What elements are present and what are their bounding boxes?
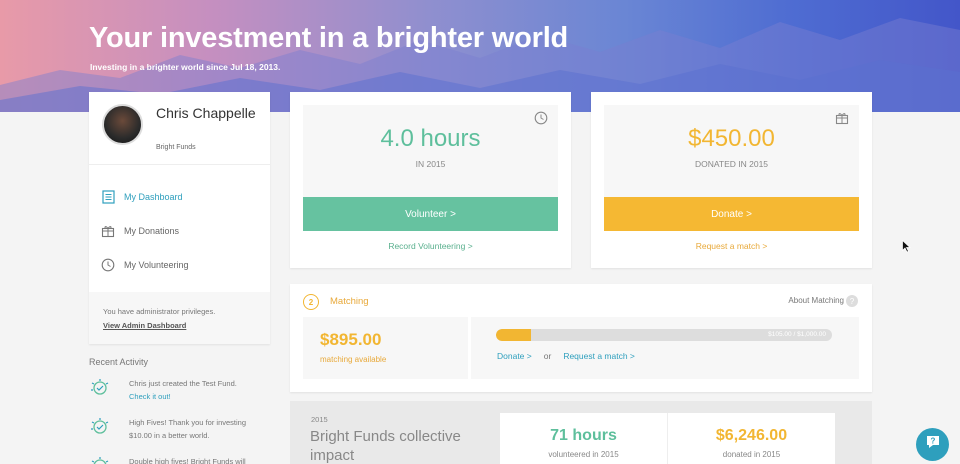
- collective-donated-label: donated in 2015: [722, 450, 781, 459]
- collective-hours-label: volunteered in 2015: [548, 450, 619, 459]
- clock-icon: [534, 111, 548, 125]
- sidebar-item-dashboard[interactable]: My Dashboard: [101, 188, 183, 206]
- donated-label: DONATED IN 2015: [694, 159, 769, 169]
- matching-progress-panel: $105.00 / $1,000.00 Donate > or Request …: [471, 317, 859, 379]
- volunteer-hours-value: 4.0 hours: [380, 125, 481, 152]
- or-text: or: [543, 351, 552, 361]
- sidebar-item-donations[interactable]: My Donations: [101, 222, 179, 240]
- about-matching-link[interactable]: About Matching: [788, 296, 844, 305]
- matching-request-link[interactable]: Request a match >: [563, 351, 635, 361]
- collective-donated: $6,246.00 donated in 2015: [668, 413, 835, 464]
- gift-icon: [835, 111, 849, 125]
- high-five-icon: [89, 416, 111, 438]
- matching-donate-link[interactable]: Donate >: [497, 351, 532, 361]
- matching-title: Matching: [330, 296, 369, 307]
- activity-text: High Fives! Thank you for investing $10.…: [129, 418, 247, 440]
- donated-value: $450.00: [688, 125, 775, 152]
- chat-question-icon: ?: [925, 434, 941, 455]
- collective-impact-section: 2015 Bright Funds collective impact 71 h…: [290, 401, 872, 464]
- request-match-link[interactable]: Request a match >: [591, 241, 872, 251]
- page-subtitle: Investing in a brighter world since Jul …: [90, 62, 281, 72]
- dashboard-icon: [101, 190, 115, 204]
- volunteer-hours-label: IN 2015: [415, 159, 446, 169]
- collective-year: 2015: [311, 415, 328, 424]
- admin-panel: You have administrator privileges. View …: [89, 292, 270, 344]
- mouse-cursor-icon: [902, 239, 911, 258]
- help-icon[interactable]: ?: [846, 295, 858, 307]
- admin-dashboard-link[interactable]: View Admin Dashboard: [103, 321, 186, 330]
- donations-summary: $450.00 DONATED IN 2015: [604, 105, 859, 197]
- collective-stats: 71 hours volunteered in 2015 $6,246.00 d…: [500, 413, 835, 464]
- avatar[interactable]: [102, 104, 143, 145]
- volunteer-card: 4.0 hours IN 2015 Volunteer > Record Vol…: [290, 92, 571, 268]
- activity-text: Chris just created the Test Fund.: [129, 379, 237, 388]
- activity-text: Double high fives! Bright Funds will: [129, 457, 246, 464]
- donate-button[interactable]: Donate >: [604, 197, 859, 231]
- profile-name: Chris Chappelle: [156, 105, 256, 121]
- activity-link[interactable]: Check it out!: [129, 392, 171, 401]
- collective-title: Bright Funds collective impact: [310, 428, 461, 464]
- admin-notice: You have administrator privileges.: [103, 307, 216, 316]
- profile-org: Bright Funds: [156, 144, 196, 151]
- gift-icon: [101, 224, 115, 238]
- record-volunteering-link[interactable]: Record Volunteering >: [290, 241, 571, 251]
- sidebar-item-label: My Dashboard: [124, 192, 183, 202]
- collective-donated-value: $6,246.00: [715, 427, 788, 444]
- donations-card: $450.00 DONATED IN 2015 Donate > Request…: [591, 92, 872, 268]
- high-five-icon: [89, 455, 111, 464]
- matching-card: 2 Matching About Matching ? $895.00 matc…: [290, 284, 872, 392]
- matching-progress-bar: $105.00 / $1,000.00: [496, 329, 832, 341]
- matching-progress-fill: [496, 329, 532, 341]
- sidebar-item-label: My Volunteering: [124, 260, 189, 270]
- divider: [89, 164, 270, 165]
- page-title: Your investment in a brighter world: [89, 22, 569, 54]
- matching-available-panel: $895.00 matching available: [303, 317, 468, 379]
- profile-card: Chris Chappelle Bright Funds My Dashboar…: [89, 92, 270, 344]
- collective-hours-value: 71 hours: [550, 427, 617, 444]
- volunteer-summary: 4.0 hours IN 2015: [303, 105, 558, 197]
- high-five-icon: [89, 377, 111, 399]
- matching-badge-icon: 2: [303, 294, 319, 310]
- sidebar-item-label: My Donations: [124, 226, 180, 236]
- recent-activity-title: Recent Activity: [89, 357, 149, 367]
- sidebar-item-volunteering[interactable]: My Volunteering: [101, 256, 189, 274]
- matching-progress-text: $105.00 / $1,000.00: [768, 331, 826, 338]
- matching-amount-label: matching available: [320, 355, 387, 364]
- clock-icon: [101, 258, 115, 272]
- chat-help-button[interactable]: ?: [916, 428, 949, 461]
- volunteer-button[interactable]: Volunteer >: [303, 197, 558, 231]
- svg-text:?: ?: [930, 437, 935, 446]
- collective-hours: 71 hours volunteered in 2015: [500, 413, 667, 464]
- matching-amount: $895.00: [320, 330, 382, 349]
